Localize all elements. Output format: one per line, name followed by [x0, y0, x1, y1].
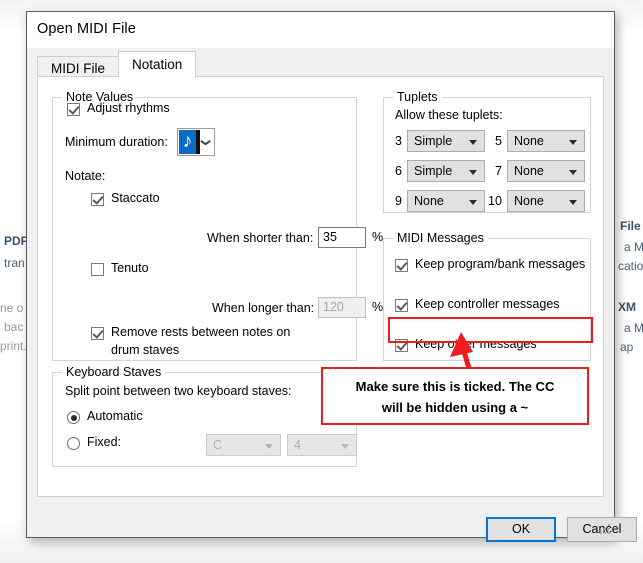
open-midi-file-dialog: Open MIDI File MIDI File Notation Note V… [26, 11, 637, 542]
label-when-longer-than: When longer than: [212, 301, 315, 315]
bg-fragment-left-0: PDF [4, 234, 28, 248]
label-remove-rests-line1: Remove rests between notes on [111, 325, 291, 339]
chevron-down-icon [569, 200, 577, 205]
tuplet-number-6: 6 [395, 164, 402, 178]
group-tuplets-label: Tuplets [393, 90, 442, 104]
bg-fragment-left-4: print. [0, 339, 27, 353]
chevron-down-icon [569, 140, 577, 145]
notation-tab-panel: Note Values Adjust rhythms Minimum durat… [37, 76, 604, 497]
label-split-point: Split point between two keyboard staves: [65, 384, 292, 398]
chevron-down-icon [341, 444, 349, 449]
bg-fragment-right-0: File [620, 219, 641, 233]
label-tenuto: Tenuto [111, 261, 149, 275]
group-midi-messages-label: MIDI Messages [393, 231, 488, 245]
annotation-callout: Make sure this is ticked. The CC will be… [321, 367, 589, 425]
input-when-longer-than: 120 [318, 297, 366, 318]
annotation-line-2: will be hidden using a ~ [381, 400, 529, 415]
label-allow-tuplets: Allow these tuplets: [395, 108, 503, 122]
label-minimum-duration: Minimum duration: [65, 135, 168, 149]
chevron-down-icon [569, 170, 577, 175]
radio-automatic[interactable] [67, 411, 80, 424]
combo-fixed-octave: 4 [287, 434, 357, 456]
dialog-titlebar: Open MIDI File [27, 12, 614, 48]
checkbox-adjust-rhythms[interactable] [67, 103, 80, 116]
bg-fragment-right-3: XM [618, 300, 636, 314]
chevron-down-icon [265, 444, 273, 449]
tuplet-number-9: 9 [395, 194, 402, 208]
annotation-highlight-rectangle [388, 317, 593, 343]
label-remove-rests-line2: drum staves [111, 343, 180, 357]
label-automatic: Automatic [87, 409, 143, 423]
chevron-down-icon [469, 200, 477, 205]
bg-fragment-right-1: a M [624, 240, 643, 254]
combo-tuplet-7[interactable]: None [507, 160, 585, 182]
label-staccato: Staccato [111, 191, 160, 205]
combo-tuplet-9[interactable]: None [407, 190, 485, 212]
combo-fixed-octave-value: 4 [294, 438, 301, 452]
tuplet-number-10: 10 [488, 194, 502, 208]
chevron-down-icon [201, 140, 210, 145]
bg-fragment-right-4: a M [624, 321, 643, 335]
combo-fixed-note-value: C [213, 438, 223, 452]
checkbox-staccato[interactable] [91, 193, 104, 206]
combo-tuplet-10[interactable]: None [507, 190, 585, 212]
text-caret [196, 130, 200, 154]
tuplet-number-7: 7 [495, 164, 502, 178]
chevron-down-icon [469, 170, 477, 175]
label-when-shorter-than: When shorter than: [207, 231, 314, 245]
ok-button-label: OK [511, 522, 531, 536]
label-adjust-rhythms: Adjust rhythms [87, 101, 170, 115]
chevron-down-icon [469, 140, 477, 145]
bg-fragment-left-2: ne o [0, 301, 24, 315]
checkbox-remove-rests[interactable] [91, 327, 104, 340]
eighth-note-glyph: ♪ [179, 130, 196, 154]
checkbox-tenuto[interactable] [91, 263, 104, 276]
combo-minimum-duration[interactable]: ♪ [177, 128, 215, 156]
tuplet-number-5: 5 [495, 134, 502, 148]
tab-midi-file-label: MIDI File [51, 61, 105, 76]
combo-tuplet-3[interactable]: Simple [407, 130, 485, 152]
checkbox-keep-controller-messages[interactable] [395, 299, 408, 312]
tab-strip: MIDI File Notation [37, 51, 197, 80]
combo-tuplet-3-value: Simple [414, 134, 453, 148]
label-fixed: Fixed: [87, 435, 122, 449]
combo-tuplet-5-value: None [514, 134, 544, 148]
bg-fragment-left-3: bac [4, 320, 24, 334]
combo-fixed-note: C [206, 434, 281, 456]
combo-tuplet-7-value: None [514, 164, 544, 178]
dialog-title: Open MIDI File [37, 21, 136, 37]
tab-notation[interactable]: Notation [118, 51, 197, 78]
ok-button[interactable]: OK [486, 517, 556, 542]
combo-tuplet-6-value: Simple [414, 164, 453, 178]
radio-fixed[interactable] [67, 437, 80, 450]
bg-fragment-right-5: ap [620, 340, 634, 354]
unit-when-shorter-than: % [372, 230, 384, 244]
annotation-line-1: Make sure this is ticked. The CC [355, 379, 555, 394]
label-keep-controller-messages: Keep controller messages [415, 297, 560, 311]
bg-fragment-right-2: catio [618, 259, 643, 273]
checkbox-keep-program-bank-messages[interactable] [395, 259, 408, 272]
label-keep-program-bank-messages: Keep program/bank messages [415, 257, 586, 271]
bg-fragment-left-1: tran [4, 256, 25, 270]
tuplet-number-3: 3 [395, 134, 402, 148]
unit-when-longer-than: % [372, 300, 384, 314]
tab-notation-label: Notation [132, 57, 183, 72]
combo-tuplet-6[interactable]: Simple [407, 160, 485, 182]
combo-tuplet-5[interactable]: None [507, 130, 585, 152]
combo-tuplet-10-value: None [514, 194, 544, 208]
label-notate: Notate: [65, 169, 106, 183]
combo-tuplet-9-value: None [414, 194, 444, 208]
resize-grip[interactable] [598, 522, 610, 534]
input-when-shorter-than[interactable]: 35 [318, 227, 366, 248]
group-keyboard-staves-label: Keyboard Staves [62, 365, 166, 379]
